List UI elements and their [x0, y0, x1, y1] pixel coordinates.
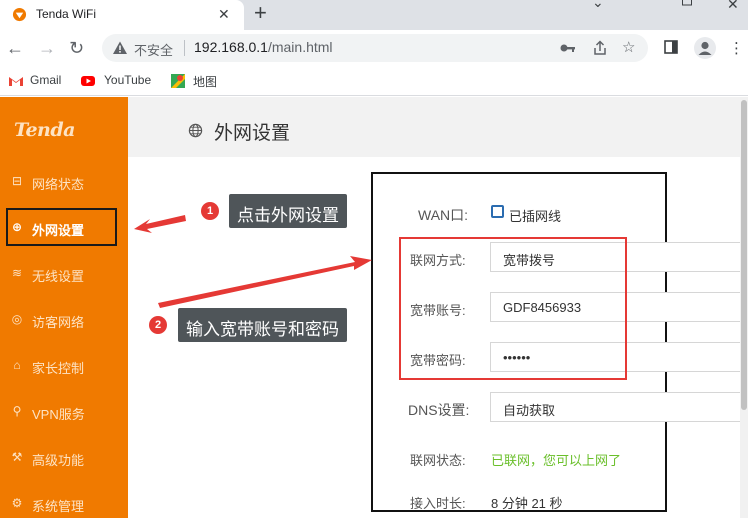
close-window-icon[interactable]: ✕ [727, 0, 739, 13]
wan-port-status: 已插网线 [509, 209, 562, 224]
sidebar-item-advanced[interactable]: ⚒ 高级功能 [0, 438, 128, 478]
chevron-down-icon[interactable]: ⌄ [592, 0, 604, 11]
router-icon: ⊟ [11, 174, 23, 188]
connection-status-value: 已联网，您可以上网了 [491, 453, 622, 468]
reload-icon[interactable]: ↻ [69, 38, 84, 58]
credentials-highlight-box [399, 237, 627, 380]
sidebar-item-label: 系统管理 [32, 499, 85, 514]
sidebar: Tenda ⊟ 网络状态 ⊕ 外网设置 ≋ 无线设置 ◎ 访客网络 ⌂ 家长控制… [0, 97, 128, 518]
sidebar-item-label: 无线设置 [32, 269, 85, 284]
wifi-icon: ≋ [11, 266, 23, 280]
page-header: 外网设置 [128, 97, 748, 157]
callout-step-1: 点击外网设置 [229, 194, 347, 228]
dns-label: DNS设置: [408, 402, 470, 418]
sidebar-item-system[interactable]: ⚙ 系统管理 [0, 484, 128, 524]
cable-icon [491, 205, 504, 218]
insecure-label[interactable]: 不安全 [134, 40, 173, 59]
settings-icon: ⚙ [11, 496, 23, 510]
dns-select[interactable]: 自动获取 [490, 392, 748, 422]
omnibox-separator [184, 40, 185, 56]
browser-tabstrip: Tenda WiFi ✕ + ⌄ ✕ [0, 0, 748, 30]
new-tab-button[interactable]: + [254, 2, 267, 24]
sidebar-item-label: 访客网络 [32, 315, 85, 330]
page-title: 外网设置 [214, 123, 291, 144]
forward-icon[interactable]: → [38, 38, 56, 58]
bookmark-youtube[interactable]: YouTube [104, 73, 151, 87]
url-text[interactable]: 192.168.0.1/main.html [194, 39, 333, 55]
warning-icon [113, 41, 127, 54]
tools-icon: ⚒ [11, 450, 23, 464]
guest-icon: ◎ [11, 312, 23, 326]
uptime-label: 接入时长: [410, 496, 466, 511]
browser-tab[interactable]: Tenda WiFi ✕ [0, 0, 244, 30]
sidebar-item-label: 网络状态 [32, 177, 85, 192]
sidebar-item-network-status[interactable]: ⊟ 网络状态 [0, 162, 128, 202]
menu-dots-icon[interactable]: ⋮ [729, 39, 744, 57]
sidebar-item-label: VPN服务 [32, 407, 85, 422]
parental-icon: ⌂ [13, 358, 21, 372]
tenda-favicon-icon [12, 7, 27, 22]
browser-toolbar: ← → ↻ 不安全 192.168.0.1/main.html ☆ ⋮ [0, 30, 748, 66]
uptime-value: 8 分钟 21 秒 [491, 496, 563, 511]
tab-title: Tenda WiFi [36, 7, 97, 21]
sidebar-item-wireless[interactable]: ≋ 无线设置 [0, 254, 128, 294]
profile-avatar[interactable] [694, 37, 716, 59]
connection-status-label: 联网状态: [410, 453, 466, 468]
restore-window-icon[interactable] [682, 0, 692, 6]
bookmarks-bar: Gmail YouTube 地图 [0, 66, 748, 96]
wan-port-label: WAN口: [418, 207, 469, 223]
youtube-icon [81, 76, 95, 86]
person-icon [698, 41, 712, 55]
sidebar-item-parental-control[interactable]: ⌂ 家长控制 [0, 346, 128, 386]
vpn-icon: ⚲ [12, 404, 22, 418]
globe-icon [188, 123, 203, 138]
tab-close-icon[interactable]: ✕ [218, 5, 230, 23]
sidebar-item-vpn[interactable]: ⚲ VPN服务 [0, 392, 128, 432]
scrollbar-thumb[interactable] [741, 100, 747, 410]
callout-step-2: 输入宽带账号和密码 [178, 308, 347, 342]
sidebar-item-guest-network[interactable]: ◎ 访客网络 [0, 300, 128, 340]
back-icon[interactable]: ← [6, 38, 24, 58]
star-icon[interactable]: ☆ [622, 38, 635, 56]
gmail-icon [9, 77, 23, 86]
bookmark-maps[interactable]: 地图 [193, 73, 217, 90]
step-badge-1: 1 [201, 202, 219, 220]
key-icon[interactable] [560, 42, 576, 54]
share-icon[interactable] [592, 40, 608, 56]
active-item-highlight-box [6, 208, 117, 246]
maps-icon [171, 74, 185, 88]
side-panel-icon[interactable] [664, 40, 678, 54]
tenda-logo: Tenda [14, 119, 75, 141]
sidebar-item-label: 家长控制 [32, 361, 85, 376]
sidebar-item-label: 高级功能 [32, 453, 85, 468]
step-badge-2: 2 [149, 316, 167, 334]
address-bar[interactable]: 不安全 192.168.0.1/main.html ☆ [102, 34, 648, 62]
bookmark-gmail[interactable]: Gmail [30, 73, 61, 87]
